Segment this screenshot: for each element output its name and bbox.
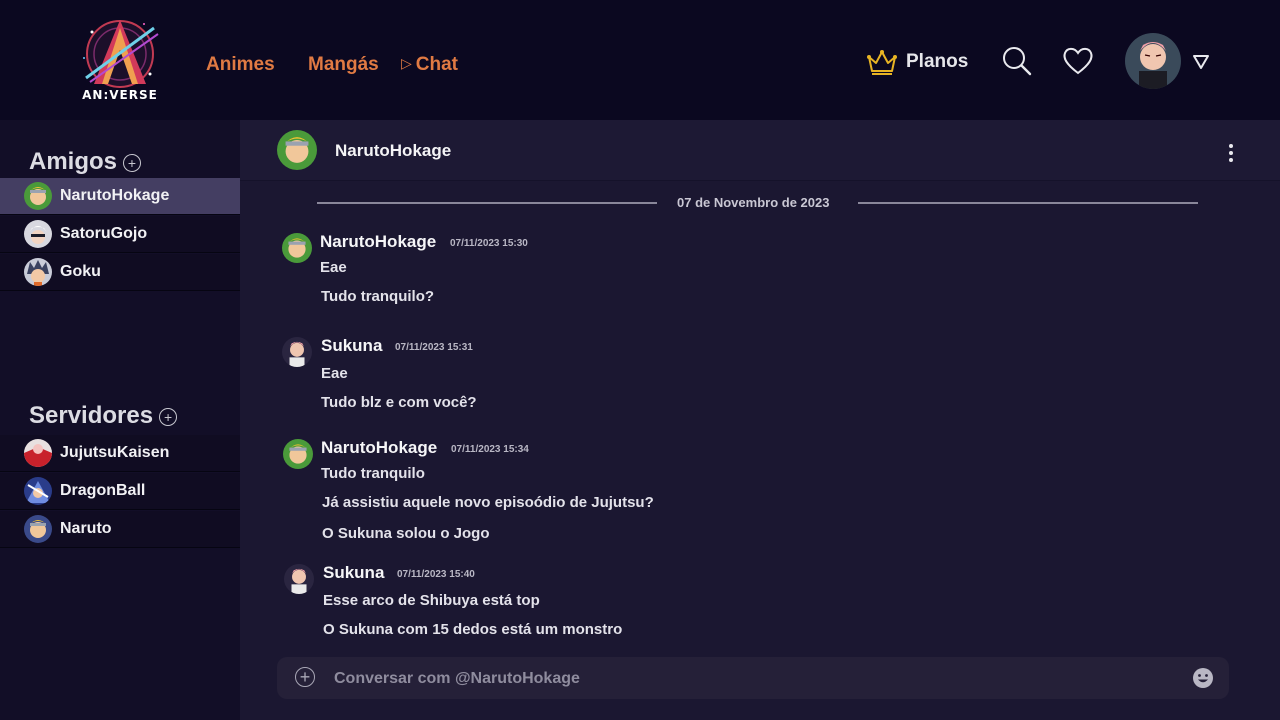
add-server-icon[interactable]: +	[159, 408, 178, 426]
message-text: Tudo tranquilo?	[321, 288, 435, 305]
logo-emblem	[83, 20, 159, 88]
message-timestamp: 07/11/2023 15:31	[395, 342, 473, 353]
planos-button[interactable]: Planos	[866, 46, 968, 78]
sukuna-avatar-image	[282, 337, 312, 367]
naruto-avatar-image	[283, 439, 313, 469]
sidebar: Amigos + NarutoHokage SatoruGojo Goku Se…	[0, 120, 240, 720]
date-separator: 07 de Novembro de 2023	[317, 194, 1198, 212]
nav-chat[interactable]: ▷ Chat	[401, 54, 458, 76]
nav-animes[interactable]: Animes	[206, 54, 275, 76]
sidebar-item-jujutsukaisen[interactable]: JujutsuKaisen	[0, 435, 240, 472]
logo-text: AN:VERSE	[82, 88, 158, 102]
sidebar-item-naruto[interactable]: Naruto	[0, 511, 240, 548]
message-timestamp: 07/11/2023 15:34	[451, 444, 529, 455]
goku-avatar-image	[24, 258, 52, 286]
message-text: O Sukuna com 15 dedos está um monstro	[323, 621, 623, 638]
message-input[interactable]	[332, 665, 1156, 693]
search-button[interactable]	[1002, 46, 1032, 76]
search-icon	[1003, 47, 1032, 76]
message-avatar[interactable]	[282, 337, 312, 367]
servers-title-label: Servidores	[29, 402, 154, 429]
gojo-avatar-image	[24, 220, 52, 248]
message-author[interactable]: Sukuna	[321, 336, 382, 356]
favorites-button[interactable]	[1062, 46, 1094, 76]
message-text: Tudo blz e com você?	[321, 394, 477, 411]
chat-header-avatar[interactable]	[277, 130, 317, 170]
message-text: Tudo tranquilo	[321, 465, 425, 482]
heart-icon	[1063, 47, 1093, 75]
message-text: Eae	[320, 259, 347, 276]
sidebar-item-label: JujutsuKaisen	[60, 444, 170, 461]
planos-label: Planos	[906, 51, 969, 72]
friends-section-title: Amigos +	[29, 148, 142, 176]
dropdown-triangle-icon	[1193, 55, 1209, 69]
sidebar-item-satorugojo[interactable]: SatoruGojo	[0, 216, 240, 253]
nav-chat-label: Chat	[415, 54, 459, 75]
user-menu-dropdown[interactable]	[1192, 54, 1210, 70]
chat-panel: NarutoHokage 07 de Novembro de 2023 Naru…	[240, 120, 1280, 720]
sukuna-avatar-image	[1125, 33, 1181, 89]
servers-section-title: Servidores +	[29, 402, 178, 430]
sukuna-avatar-image	[284, 564, 314, 594]
naruto-avatar-image	[282, 233, 312, 263]
message-author[interactable]: Sukuna	[323, 563, 384, 583]
divider	[858, 202, 1198, 204]
message-text: Esse arco de Shibuya está top	[323, 592, 540, 609]
nav-mangas[interactable]: Mangás	[308, 54, 379, 76]
add-friend-icon[interactable]: +	[123, 154, 142, 172]
avatar	[24, 220, 52, 248]
user-avatar[interactable]	[1125, 33, 1181, 89]
message-author[interactable]: NarutoHokage	[320, 232, 436, 252]
crown-icon	[867, 50, 897, 75]
message-avatar[interactable]	[284, 564, 314, 594]
avatar	[24, 182, 52, 210]
message-composer: +	[277, 657, 1229, 699]
message-timestamp: 07/11/2023 15:30	[450, 238, 528, 249]
sidebar-item-label: DragonBall	[60, 482, 146, 499]
sidebar-item-narutohokage[interactable]: NarutoHokage	[0, 178, 240, 215]
avatar	[24, 439, 52, 467]
attach-plus-icon[interactable]: +	[295, 667, 315, 687]
sidebar-item-label: SatoruGojo	[60, 225, 148, 242]
play-triangle-icon: ▷	[401, 55, 412, 71]
message-text: Eae	[321, 365, 348, 382]
emoji-icon	[1193, 668, 1213, 688]
top-bar: AN:VERSE Animes Mangás ▷ Chat Planos	[0, 0, 1280, 120]
naruto-avatar-image	[24, 182, 52, 210]
naruto-avatar-image	[277, 130, 317, 170]
message-text: O Sukuna solou o Jogo	[322, 525, 490, 542]
sidebar-item-label: Goku	[60, 263, 101, 280]
message-text: Já assistiu aquele novo episoódio de Juj…	[322, 494, 654, 511]
message-timestamp: 07/11/2023 15:40	[397, 569, 475, 580]
more-options-icon[interactable]	[1226, 144, 1236, 168]
divider	[317, 202, 657, 204]
message-author[interactable]: NarutoHokage	[321, 438, 437, 458]
sidebar-item-dragonball[interactable]: DragonBall	[0, 473, 240, 510]
emoji-button[interactable]	[1192, 667, 1214, 689]
chat-header-name[interactable]: NarutoHokage	[335, 141, 451, 161]
message-avatar[interactable]	[282, 233, 312, 263]
avatar	[24, 258, 52, 286]
naruto-server-image	[24, 515, 52, 543]
friends-title-label: Amigos	[29, 148, 118, 175]
avatar	[24, 515, 52, 543]
sidebar-item-goku[interactable]: Goku	[0, 254, 240, 291]
date-separator-label: 07 de Novembro de 2023	[677, 195, 830, 210]
sidebar-item-label: NarutoHokage	[60, 187, 170, 204]
avatar	[24, 477, 52, 505]
anverse-logo[interactable]: AN:VERSE	[74, 14, 166, 104]
sidebar-item-label: Naruto	[60, 520, 112, 537]
chat-header: NarutoHokage	[240, 120, 1280, 181]
jujutsukaisen-server-image	[24, 439, 52, 467]
message-avatar[interactable]	[283, 439, 313, 469]
dragonball-server-image	[24, 477, 52, 505]
